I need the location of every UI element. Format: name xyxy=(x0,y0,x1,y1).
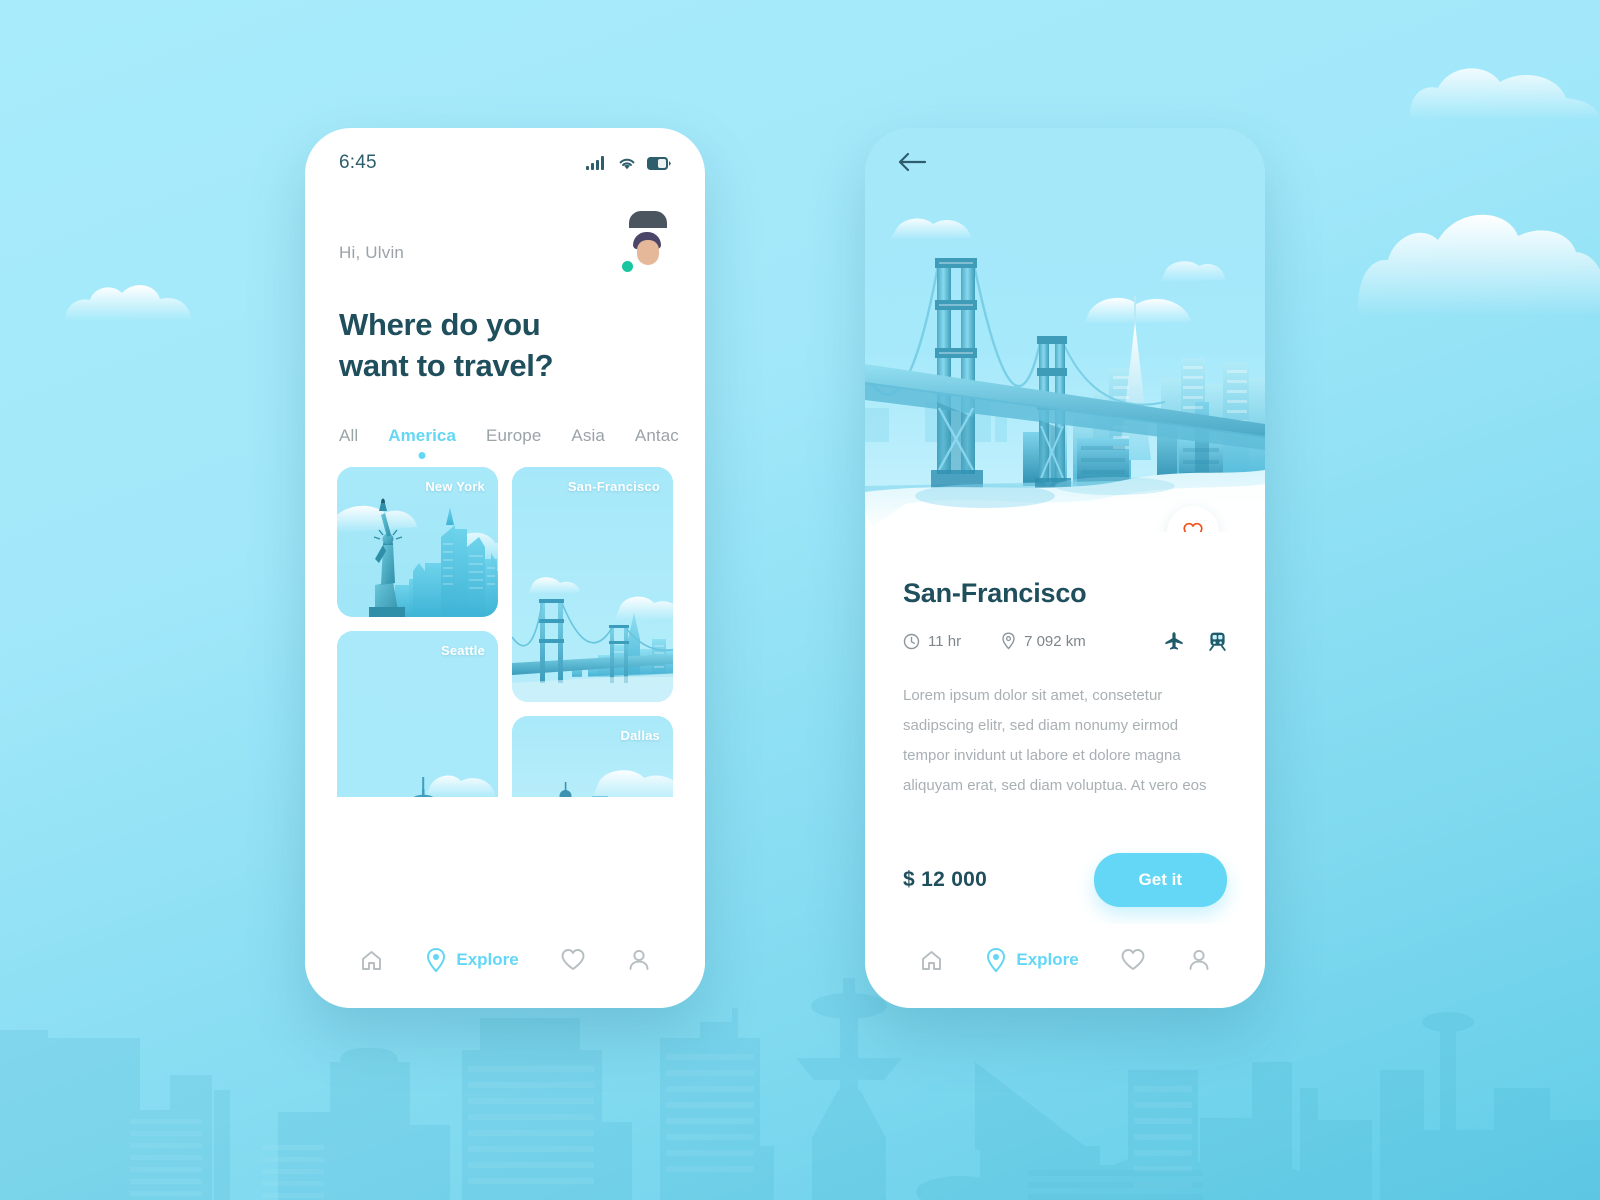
avatar[interactable] xyxy=(621,211,671,278)
phone-screen-home: 6:45 Hi, Ulvin Where do you want to trav… xyxy=(305,128,705,1008)
home-icon xyxy=(362,950,382,970)
headline-line-2: want to travel? xyxy=(339,348,554,384)
destination-title: San-Francisco xyxy=(903,578,1087,608)
location-pin-icon xyxy=(427,947,446,973)
price-value: $ 12 000 xyxy=(903,868,988,891)
tab-europe[interactable]: Europe xyxy=(486,426,541,459)
card-label: Seattle xyxy=(440,643,485,659)
tab-asia[interactable]: Asia xyxy=(571,426,604,459)
nav-explore[interactable]: Explore xyxy=(985,947,1079,973)
destination-card-dallas[interactable]: Dallas xyxy=(512,716,673,798)
status-bar: 6:45 xyxy=(305,128,705,184)
person-icon xyxy=(1189,949,1208,970)
location-pin-icon xyxy=(987,947,1006,973)
greeting-text: Hi, Ulvin xyxy=(339,243,405,262)
clock-icon xyxy=(903,633,920,649)
destination-grid: New York Seattle San-Francisco Dallas xyxy=(305,467,705,798)
phone-screen-detail: 6:45 xyxy=(865,128,1265,1008)
golden-gate-bridge-san-francisco-illustration xyxy=(865,128,1265,532)
heart-outline-icon xyxy=(1183,522,1203,532)
golden-gate-bridge-skyline-illustration xyxy=(512,467,673,703)
battery-icon xyxy=(647,156,671,170)
duration-meta: 11 hr xyxy=(903,633,961,650)
heart-icon xyxy=(1121,949,1145,970)
destination-card-san-francisco[interactable]: San-Francisco xyxy=(512,467,673,703)
card-label: Dallas xyxy=(620,728,660,744)
nav-profile[interactable] xyxy=(627,948,651,973)
cellular-signal-icon xyxy=(586,156,604,170)
nav-home[interactable] xyxy=(359,948,384,973)
nav-explore-label: Explore xyxy=(456,950,519,969)
tab-all[interactable]: All xyxy=(339,426,358,459)
headline-line-1: Where do you xyxy=(339,307,541,342)
bottom-navigation: Explore xyxy=(305,924,705,1008)
nav-explore-label: Explore xyxy=(1016,950,1079,969)
category-tabs: All America Europe Asia Antac xyxy=(305,386,705,459)
nav-home[interactable] xyxy=(919,948,944,973)
page-background xyxy=(0,0,1600,1200)
cloud-decoration xyxy=(1357,214,1600,316)
page-title: Where do you want to travel? xyxy=(305,278,705,386)
hero-illustration: 6:45 xyxy=(865,128,1265,532)
distance-meta: 7 092 km xyxy=(1001,632,1086,650)
nav-favorites[interactable] xyxy=(1120,948,1146,972)
destination-meta: 11 hr 7 092 km xyxy=(903,631,1227,651)
card-label: New York xyxy=(425,479,485,495)
back-arrow-icon xyxy=(898,152,927,172)
bottom-navigation: Explore xyxy=(865,924,1265,1008)
transport-options xyxy=(1164,631,1227,651)
online-status-dot xyxy=(622,261,633,272)
cloud-decoration xyxy=(65,285,192,321)
duration-text: 11 hr xyxy=(928,632,962,650)
nav-profile[interactable] xyxy=(1187,948,1211,973)
train-icon[interactable] xyxy=(1208,631,1227,651)
heart-icon xyxy=(561,949,585,970)
city-skyline-silhouette xyxy=(0,978,1600,1200)
price-row: $ 12 000 Get it xyxy=(903,853,1227,907)
location-pin-icon xyxy=(1002,632,1015,650)
destination-card-new-york[interactable]: New York xyxy=(337,467,498,618)
wifi-icon xyxy=(619,158,635,170)
destination-card-seattle[interactable]: Seattle xyxy=(337,631,498,798)
nav-favorites[interactable] xyxy=(560,948,586,972)
tab-antac[interactable]: Antac xyxy=(635,426,679,459)
distance-text: 7 092 km xyxy=(1024,632,1086,650)
tab-america[interactable]: America xyxy=(388,426,456,459)
nav-explore[interactable]: Explore xyxy=(425,947,519,973)
destination-detail: San-Francisco 11 hr 7 092 km Lorem ipsum… xyxy=(865,532,1265,907)
get-it-button[interactable]: Get it xyxy=(1093,853,1227,907)
destination-description: Lorem ipsum dolor sit amet, consetetur s… xyxy=(903,687,1207,794)
card-label: San-Francisco xyxy=(567,479,660,495)
status-time: 6:45 xyxy=(339,152,377,173)
home-icon xyxy=(922,950,942,970)
back-button[interactable] xyxy=(897,150,927,179)
person-icon xyxy=(629,949,648,970)
airplane-icon[interactable] xyxy=(1164,631,1184,651)
cloud-decoration xyxy=(1409,68,1600,120)
greeting-row: Hi, Ulvin xyxy=(305,184,705,278)
